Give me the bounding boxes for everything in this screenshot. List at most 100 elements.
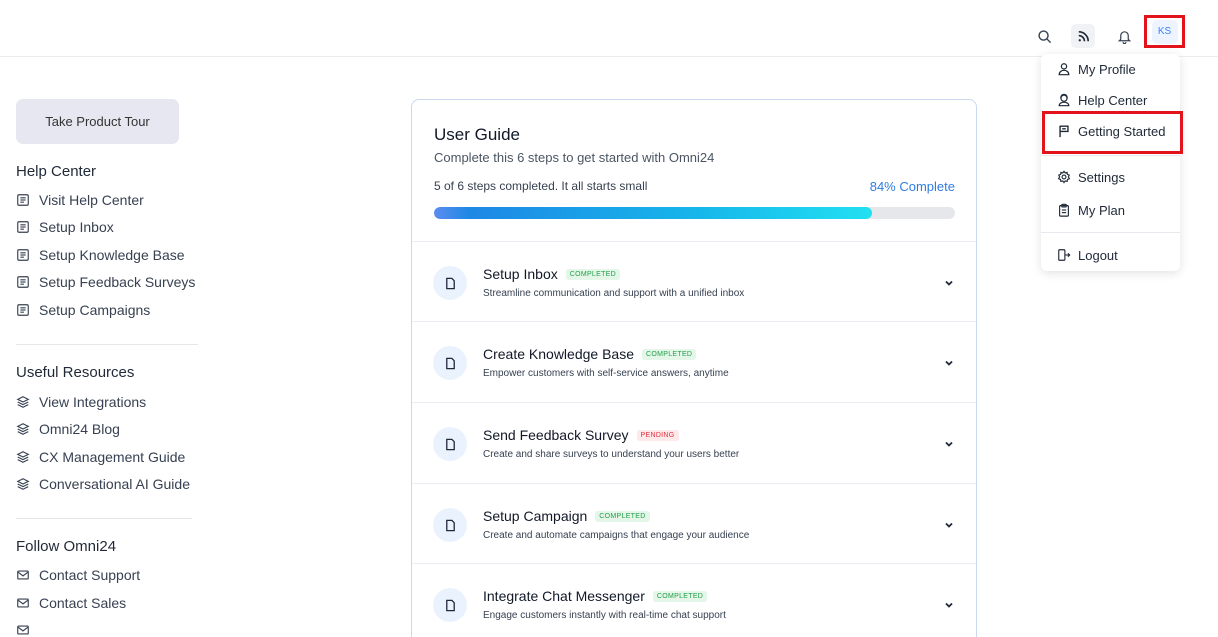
take-product-tour-button[interactable]: Take Product Tour — [16, 99, 179, 144]
document-icon — [445, 357, 455, 369]
menu-item-settings[interactable]: Settings — [1041, 162, 1180, 192]
sidebar-link-label: Setup Knowledge Base — [39, 247, 185, 263]
step-row-setup-campaign[interactable]: Setup Campaign COMPLETED Create and auto… — [412, 483, 976, 564]
progress-bar — [434, 207, 955, 219]
mail-icon — [17, 598, 29, 608]
document-list-icon — [17, 194, 29, 206]
sidebar-link-label: Setup Inbox — [39, 219, 114, 235]
menu-item-my-plan[interactable]: My Plan — [1041, 195, 1180, 225]
menu-item-logout[interactable]: Logout — [1041, 240, 1180, 270]
step-description: Create and share surveys to understand y… — [483, 449, 740, 460]
rss-icon — [1078, 30, 1089, 41]
step-icon-wrap — [433, 508, 467, 542]
chevron-down-icon[interactable] — [943, 438, 955, 450]
step-title: Create Knowledge Base COMPLETED — [483, 346, 697, 362]
step-row-setup-inbox[interactable]: Setup Inbox COMPLETED Streamline communi… — [412, 241, 976, 322]
status-badge: COMPLETED — [595, 510, 650, 522]
document-icon — [445, 277, 455, 289]
document-icon — [445, 438, 455, 450]
support-agent-icon — [1058, 93, 1070, 107]
bell-icon — [1117, 30, 1131, 44]
menu-item-label: My Plan — [1078, 202, 1125, 218]
sidebar-link-label: Setup Campaigns — [39, 302, 151, 318]
logout-icon — [1058, 249, 1071, 261]
step-title: Setup Campaign COMPLETED — [483, 508, 650, 524]
step-title-text: Create Knowledge Base — [483, 346, 634, 362]
step-row-create-knowledge-base[interactable]: Create Knowledge Base COMPLETED Empower … — [412, 321, 976, 402]
step-description: Engage customers instantly with real-tim… — [483, 610, 726, 621]
avatar-button[interactable]: KS — [1144, 15, 1185, 48]
chevron-down-icon[interactable] — [943, 357, 955, 369]
step-title: Send Feedback Survey PENDING — [483, 427, 679, 443]
resource-link-cx-management-guide[interactable]: CX Management Guide — [16, 449, 185, 465]
menu-item-my-profile[interactable]: My Profile — [1041, 54, 1180, 84]
step-title-text: Send Feedback Survey — [483, 427, 629, 443]
document-list-icon — [17, 276, 29, 288]
sidebar-divider — [16, 518, 192, 519]
step-icon-wrap — [433, 346, 467, 380]
menu-divider — [1041, 155, 1180, 156]
menu-item-label: Help Center — [1078, 92, 1148, 108]
follow-link-contact-sales[interactable]: Contact Sales — [16, 595, 126, 611]
step-icon-wrap — [433, 266, 467, 300]
status-badge: COMPLETED — [652, 590, 708, 602]
status-badge: COMPLETED — [565, 268, 620, 280]
help-link-setup-campaigns[interactable]: Setup Campaigns — [16, 302, 150, 318]
follow-link-contact-support[interactable]: Contact Support — [16, 567, 140, 583]
mail-icon — [17, 570, 29, 580]
gear-icon — [1057, 170, 1071, 184]
help-link-setup-feedback-surveys[interactable]: Setup Feedback Surveys — [16, 274, 195, 290]
chevron-down-icon[interactable] — [943, 277, 955, 289]
document-icon — [445, 599, 455, 611]
status-badge: COMPLETED — [642, 348, 697, 360]
menu-item-label: Settings — [1078, 169, 1125, 185]
help-link-setup-knowledge-base[interactable]: Setup Knowledge Base — [16, 247, 185, 263]
chevron-down-icon[interactable] — [943, 519, 955, 531]
step-title: Setup Inbox COMPLETED — [483, 266, 620, 282]
resource-link-omni24-blog[interactable]: Omni24 Blog — [16, 421, 120, 437]
menu-divider — [1041, 232, 1180, 233]
feed-button[interactable] — [1071, 24, 1095, 48]
notifications-button[interactable] — [1112, 24, 1136, 48]
progress-bar-fill — [434, 207, 872, 219]
help-link-setup-inbox[interactable]: Setup Inbox — [16, 219, 114, 235]
step-title-text: Setup Campaign — [483, 508, 588, 524]
menu-item-label: My Profile — [1078, 61, 1136, 77]
layers-icon — [16, 396, 30, 408]
getting-started-highlight — [1042, 111, 1183, 154]
step-description: Create and automate campaigns that engag… — [483, 530, 750, 541]
avatar: KS — [1151, 19, 1178, 44]
sidebar-link-label: Visit Help Center — [39, 192, 144, 208]
sidebar-link-label: Contact Support — [39, 567, 141, 583]
layers-icon — [16, 478, 30, 490]
sidebar-link-label: View Integrations — [39, 394, 147, 410]
profile-menu: My Profile Help Center Getting Started S… — [1041, 54, 1180, 271]
layers-icon — [16, 451, 30, 463]
step-title: Integrate Chat Messenger COMPLETED — [483, 588, 708, 604]
guide-percent: 84% Complete — [869, 179, 955, 194]
sidebar-link-label: Contact Sales — [39, 595, 127, 611]
search-icon — [1037, 29, 1051, 43]
user-guide-card: User Guide Complete this 6 steps to get … — [411, 99, 977, 637]
guide-steps-count: 5 of 6 steps completed. It all starts sm… — [434, 179, 648, 193]
resource-link-view-integrations[interactable]: View Integrations — [16, 394, 146, 410]
step-row-send-feedback-survey[interactable]: Send Feedback Survey PENDING Create and … — [412, 402, 976, 483]
step-row-integrate-chat-messenger[interactable]: Integrate Chat Messenger COMPLETED Engag… — [412, 563, 976, 637]
help-link-visit-help-center[interactable]: Visit Help Center — [16, 192, 144, 208]
document-list-icon — [17, 304, 29, 316]
user-icon — [1058, 63, 1070, 76]
document-list-icon — [17, 249, 29, 261]
guide-subtitle: Complete this 6 steps to get started wit… — [434, 150, 715, 165]
help-center-heading: Help Center — [16, 163, 97, 180]
useful-resources-heading: Useful Resources — [16, 364, 135, 381]
step-description: Empower customers with self-service answ… — [483, 368, 729, 379]
chevron-down-icon[interactable] — [943, 599, 955, 611]
step-icon-wrap — [433, 588, 467, 622]
sidebar-link-label: Omni24 Blog — [39, 421, 120, 437]
step-title-text: Setup Inbox — [483, 266, 558, 282]
layers-icon — [16, 423, 30, 435]
follow-link-partial[interactable] — [16, 623, 39, 637]
resource-link-conversational-ai-guide[interactable]: Conversational AI Guide — [16, 476, 190, 492]
document-icon — [445, 519, 455, 531]
search-button[interactable] — [1032, 24, 1056, 48]
